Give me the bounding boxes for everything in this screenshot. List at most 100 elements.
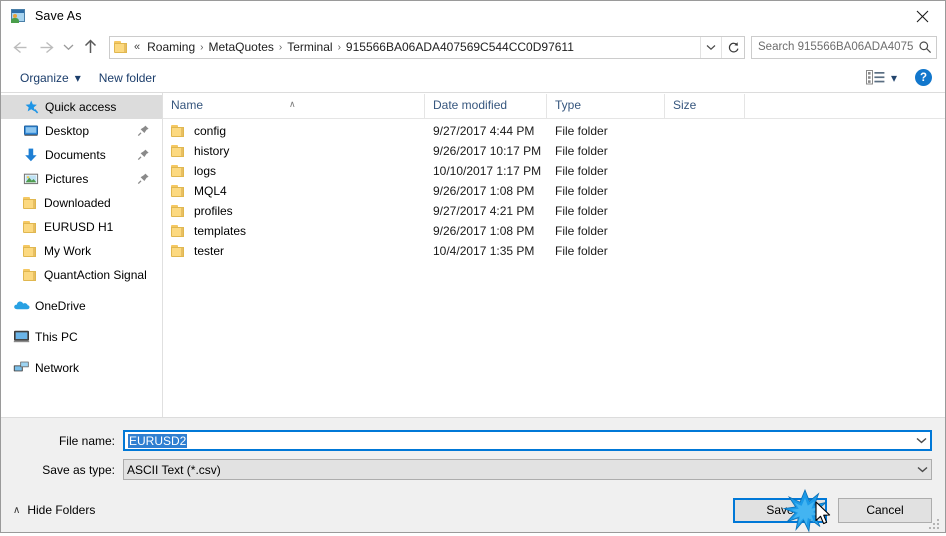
file-name-label: profiles — [194, 204, 233, 218]
breadcrumb-item-terminal[interactable]: Terminal — [283, 37, 336, 58]
save-form: File name: EURUSD2 Save as type: ASCII T… — [1, 417, 945, 488]
file-date-cell: 9/26/2017 1:08 PM — [433, 184, 535, 198]
close-icon — [916, 10, 928, 22]
save-as-type-value: ASCII Text (*.csv) — [127, 462, 221, 477]
save-as-type-dropdown-button[interactable] — [914, 466, 931, 473]
column-header-size[interactable]: Size — [665, 94, 745, 118]
table-row[interactable]: tester 10/4/2017 1:35 PM File folder — [163, 241, 945, 261]
column-header-date-modified[interactable]: Date modified — [425, 94, 547, 118]
table-row[interactable]: logs 10/10/2017 1:17 PM File folder — [163, 161, 945, 181]
save-as-type-row: Save as type: ASCII Text (*.csv) — [1, 459, 945, 480]
file-name-dropdown-button[interactable] — [913, 437, 930, 444]
file-type-cell: File folder — [555, 144, 608, 158]
breadcrumb-item-roaming[interactable]: Roaming — [143, 37, 199, 58]
sidebar-label: OneDrive — [35, 299, 86, 313]
sidebar-item-quantaction-signal[interactable]: QuantAction Signal — [1, 263, 162, 287]
recent-locations-button[interactable] — [59, 34, 77, 60]
file-date-cell: 9/27/2017 4:21 PM — [433, 204, 535, 218]
sidebar-item-quick-access[interactable]: Quick access — [1, 95, 162, 119]
refresh-button[interactable] — [721, 36, 744, 58]
table-row[interactable]: profiles 9/27/2017 4:21 PM File folder — [163, 201, 945, 221]
forward-button[interactable] — [33, 34, 59, 60]
sidebar-item-my-work[interactable]: My Work — [1, 239, 162, 263]
save-as-type-select[interactable]: ASCII Text (*.csv) — [123, 459, 932, 480]
sidebar-item-desktop[interactable]: Desktop — [1, 119, 162, 143]
file-name-label: tester — [194, 244, 225, 258]
file-date-cell: 9/27/2017 4:44 PM — [433, 124, 535, 138]
file-name-value[interactable]: EURUSD2 — [125, 433, 913, 448]
file-name-cell: config — [163, 124, 425, 138]
arrow-up-icon — [84, 39, 96, 53]
up-button[interactable] — [77, 34, 103, 60]
close-button[interactable] — [899, 1, 945, 31]
hide-folders-button[interactable]: ∧ Hide Folders — [13, 503, 95, 517]
folder-icon — [171, 244, 186, 258]
file-name-selected-text: EURUSD2 — [128, 433, 188, 448]
title-bar: Save As — [1, 1, 945, 31]
breadcrumb-item-metaquotes[interactable]: MetaQuotes — [205, 37, 278, 58]
folder-icon — [23, 197, 38, 210]
sidebar-item-onedrive[interactable]: OneDrive — [1, 294, 162, 318]
address-bar[interactable]: « Roaming › MetaQuotes › Terminal › 9155… — [109, 35, 745, 59]
search-box[interactable]: Search 915566BA06ADA40756... — [751, 35, 937, 59]
sidebar-label: This PC — [35, 330, 78, 344]
table-row[interactable]: history 9/26/2017 10:17 PM File folder — [163, 141, 945, 161]
sidebar-item-network[interactable]: Network — [1, 356, 162, 380]
view-options-button[interactable]: ▾ — [862, 67, 901, 89]
view-layout-icon — [865, 70, 885, 85]
sidebar-label: Pictures — [45, 172, 89, 186]
sidebar-item-this-pc[interactable]: This PC — [1, 325, 162, 349]
organize-label: Organize — [20, 70, 69, 85]
chevron-down-icon — [916, 437, 927, 444]
network-icon — [13, 360, 29, 376]
new-folder-button[interactable]: New folder — [94, 67, 161, 89]
help-label: ? — [919, 71, 928, 84]
address-dropdown-button[interactable] — [700, 36, 721, 58]
organize-button[interactable]: Organize ▾ — [15, 67, 86, 89]
breadcrumb-item-terminal-id[interactable]: 915566BA06ADA407569C544CC0D97611 — [342, 37, 578, 58]
cancel-button[interactable]: Cancel — [838, 497, 932, 523]
column-header-type[interactable]: Type — [547, 94, 665, 118]
star-pin-icon — [23, 99, 39, 115]
folder-icon — [23, 269, 38, 282]
file-name-label: config — [194, 124, 227, 138]
file-list-pane: Name ∧ Date modified Type Size config 9/… — [163, 93, 945, 417]
chevron-down-icon: ▾ — [890, 70, 897, 85]
file-name-input[interactable]: EURUSD2 — [123, 430, 932, 451]
column-header-row: Name ∧ Date modified Type Size — [163, 93, 945, 119]
monitor-icon — [23, 123, 39, 139]
file-name-label: templates — [194, 224, 247, 238]
file-name-cell: MQL4 — [163, 184, 425, 198]
file-name-cell: history — [163, 144, 425, 158]
file-name-cell: templates — [163, 224, 425, 238]
sidebar-item-downloaded[interactable]: Downloaded — [1, 191, 162, 215]
column-header-name[interactable]: Name ∧ — [163, 94, 425, 118]
file-name-label: MQL4 — [194, 184, 227, 198]
file-name-label: logs — [194, 164, 217, 178]
sidebar-item-pictures[interactable]: Pictures — [1, 167, 162, 191]
sidebar-item-eurusd-h1[interactable]: EURUSD H1 — [1, 215, 162, 239]
save-button[interactable]: Save — [733, 497, 827, 523]
file-type-cell: File folder — [555, 224, 608, 238]
table-row[interactable]: config 9/27/2017 4:44 PM File folder — [163, 121, 945, 141]
help-button[interactable]: ? — [915, 69, 932, 86]
file-date-cell: 10/4/2017 1:35 PM — [433, 244, 535, 258]
sidebar-label: Documents — [45, 148, 106, 162]
resize-grip-icon[interactable] — [929, 517, 942, 530]
folder-icon — [23, 221, 38, 234]
back-button[interactable] — [7, 34, 33, 60]
folder-icon — [114, 40, 129, 54]
sidebar-label: Network — [35, 361, 80, 375]
table-row[interactable]: MQL4 9/26/2017 1:08 PM File folder — [163, 181, 945, 201]
file-date-cell: 9/26/2017 1:08 PM — [433, 224, 535, 238]
save-as-type-label: Save as type: — [42, 462, 115, 477]
table-row[interactable]: templates 9/26/2017 1:08 PM File folder — [163, 221, 945, 241]
sidebar-label: My Work — [44, 244, 92, 258]
breadcrumb-overflow[interactable]: « — [131, 37, 143, 58]
pin-icon — [137, 124, 150, 137]
file-name-cell: tester — [163, 244, 425, 258]
sidebar-item-documents[interactable]: Documents — [1, 143, 162, 167]
chevron-down-icon — [917, 466, 928, 473]
arrow-left-icon — [12, 41, 26, 53]
search-input[interactable]: Search 915566BA06ADA40756... — [752, 41, 914, 53]
